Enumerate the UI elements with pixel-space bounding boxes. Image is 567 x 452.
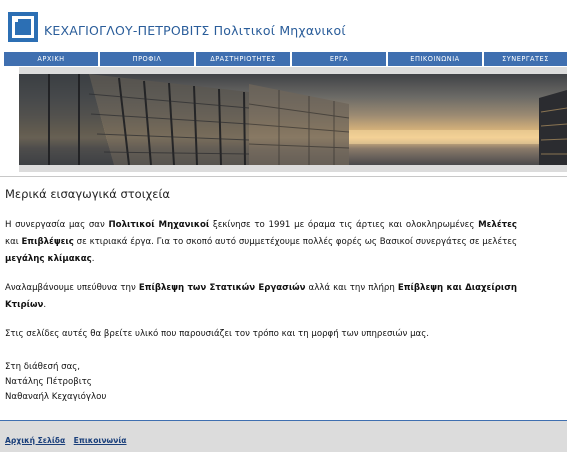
emphasis-large-scale: μεγάλης κλίμακας xyxy=(5,254,92,264)
banner-frame xyxy=(19,67,567,172)
text-run: . xyxy=(43,300,47,310)
text-run: ξεκίνησε το 1991 με όραμα τις άρτιες και… xyxy=(209,220,479,230)
nav-item-activities[interactable]: ΔΡΑΣΤΗΡΙΟΤΗΤΕΣ xyxy=(196,52,290,66)
intro-paragraph: Η συνεργασία μας σαν Πολιτικοί Μηχανικοί… xyxy=(5,217,517,268)
emphasis-supervisions: Επιβλέψεις xyxy=(21,237,74,247)
emphasis-structural-supervision: Επίβλεψη των Στατικών Εργασιών xyxy=(138,283,306,293)
company-logo[interactable] xyxy=(8,12,38,42)
signature-greeting: Στη διάθεσή σας, xyxy=(5,362,81,372)
nav-item-profile[interactable]: ΠΡΟΦΙΛ xyxy=(100,52,194,66)
signature-name-1: Νατάλης Πέτροβιτς xyxy=(5,377,92,387)
nav-item-home[interactable]: ΑΡΧΙΚΗ xyxy=(4,52,98,66)
text-run: Αναλαμβάνουμε υπεύθυνα την xyxy=(5,283,139,293)
text-run: αλλά και την πλήρη xyxy=(305,283,398,293)
text-run: Η συνεργασία μας σαν xyxy=(5,220,109,230)
site-title: ΚΕΧΑΓΙΟΓΛΟΥ-ΠΕΤΡΟΒΙΤΣ Πολιτικοί Μηχανικο… xyxy=(44,23,346,38)
pages-paragraph: Στις σελίδες αυτές θα βρείτε υλικό που π… xyxy=(5,329,429,339)
glass-buildings-illustration xyxy=(19,74,567,165)
footer-link-contact[interactable]: Επικοινωνία xyxy=(74,436,127,445)
text-run: . xyxy=(91,254,95,264)
services-paragraph: Αναλαμβάνουμε υπεύθυνα την Επίβλεψη των … xyxy=(5,280,517,314)
nav-item-contact[interactable]: ΕΠΙΚΟΙΝΩΝΙΑ xyxy=(388,52,482,66)
site-header: ΚΕΧΑΓΙΟΓΛΟΥ-ΠΕΤΡΟΒΙΤΣ Πολιτικοί Μηχανικο… xyxy=(0,0,567,50)
main-content: Μερικά εισαγωγικά στοιχεία Η συνεργασία … xyxy=(5,187,517,405)
signature-name-2: Ναθαναήλ Κεχαγιόγλου xyxy=(5,392,107,402)
text-run: σε κτιριακά έργα. Για το σκοπό αυτό συμμ… xyxy=(73,237,517,247)
signature-block: Στη διάθεσή σας, Νατάλης Πέτροβιτς Ναθαν… xyxy=(5,360,517,405)
site-footer: Αρχική Σελίδα Επικοινωνία xyxy=(0,420,567,452)
logo-mark xyxy=(14,18,18,22)
banner-image xyxy=(19,74,567,165)
nav-item-partners[interactable]: ΣΥΝΕΡΓΑΤΕΣ xyxy=(484,52,567,66)
page-heading: Μερικά εισαγωγικά στοιχεία xyxy=(5,187,170,201)
content-divider xyxy=(0,176,567,177)
emphasis-studies: Μελέτες xyxy=(478,220,517,230)
emphasis-civil-engineers: Πολιτικοί Μηχανικοί xyxy=(108,220,210,230)
footer-links: Αρχική Σελίδα Επικοινωνία xyxy=(5,436,133,445)
nav-item-projects[interactable]: ΕΡΓΑ xyxy=(292,52,386,66)
main-navigation: ΑΡΧΙΚΗ ΠΡΟΦΙΛ ΔΡΑΣΤΗΡΙΟΤΗΤΕΣ ΕΡΓΑ ΕΠΙΚΟΙ… xyxy=(4,52,567,66)
footer-link-home[interactable]: Αρχική Σελίδα xyxy=(5,436,65,445)
text-run: και xyxy=(5,237,22,247)
